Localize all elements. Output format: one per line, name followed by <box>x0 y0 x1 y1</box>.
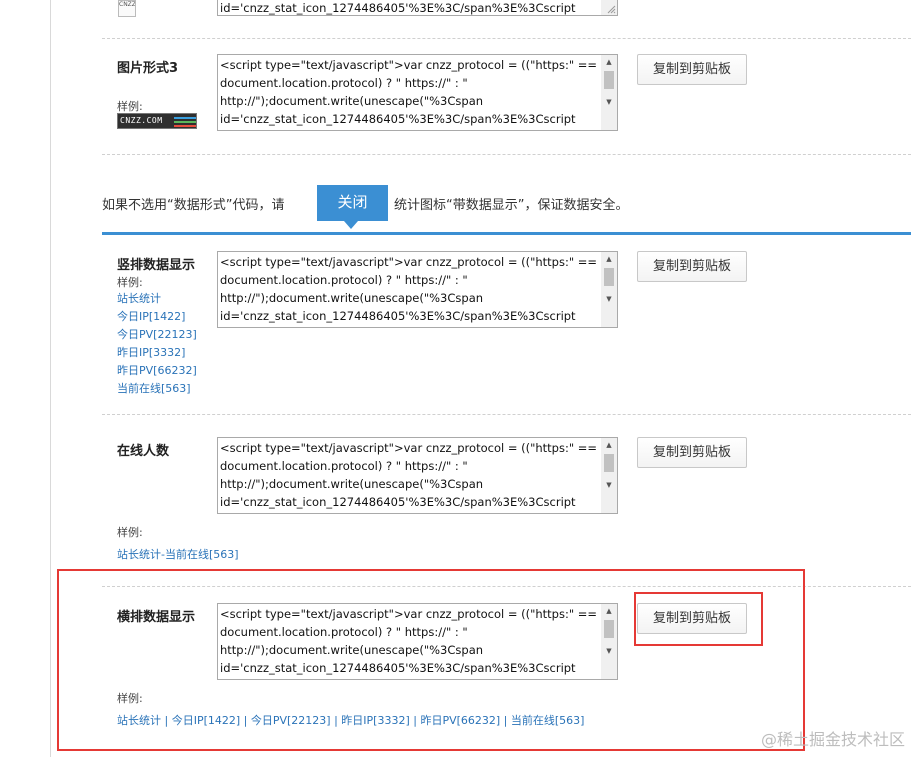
scrollbar[interactable]: ▲ ▼ <box>601 55 617 130</box>
section-divider <box>102 38 911 39</box>
sample-link-online[interactable]: 站长统计-当前在线[563] <box>117 546 239 564</box>
code-text: <script type="text/javascript">var cnzz_… <box>220 58 598 126</box>
watermark: @稀土掘金技术社区 <box>760 730 905 749</box>
code-textarea[interactable]: <script type="text/javascript">var cnzz_… <box>217 251 618 328</box>
section-title-vertical: 竖排数据显示 <box>117 258 196 273</box>
code-text: <script type="text/javascript">var cnzz_… <box>220 441 598 509</box>
notice-text-after: 统计图标“带数据显示”，保证数据安全。 <box>394 198 629 213</box>
left-border <box>50 0 51 757</box>
code-textarea[interactable]: <script type="text/javascript">var cnzz_… <box>217 54 618 131</box>
scroll-thumb[interactable] <box>604 268 614 286</box>
copy-button[interactable]: 复制到剪贴板 <box>637 54 747 85</box>
sample-label: 样例: <box>117 276 143 289</box>
sample-link-online-now[interactable]: 当前在线[563] <box>117 380 191 398</box>
scroll-thumb[interactable] <box>604 71 614 89</box>
accent-rule <box>102 232 911 235</box>
scroll-thumb[interactable] <box>604 454 614 472</box>
close-button[interactable]: 关闭 <box>317 185 388 221</box>
highlight-box-copy-button <box>634 592 763 646</box>
code-text: <script type="text/javascript">var cnzz_… <box>220 255 598 323</box>
cnzz-wide-logo-icon: CNZZ.COM <box>117 113 197 129</box>
cnzz-small-logo-icon: CNZZ <box>118 0 136 17</box>
sample-link-yesterday-ip[interactable]: 昨日IP[3332] <box>117 344 185 362</box>
code-textarea-top[interactable]: id='cnzz_stat_icon_1274486405'%3E%3C/spa… <box>217 0 618 16</box>
scroll-up-icon[interactable]: ▲ <box>601 252 617 266</box>
close-caret-icon <box>344 221 358 229</box>
scrollbar[interactable] <box>601 0 617 15</box>
copy-button[interactable]: 复制到剪贴板 <box>637 251 747 282</box>
scroll-up-icon[interactable]: ▲ <box>601 55 617 69</box>
code-text: id='cnzz_stat_icon_1274486405'%3E%3C/spa… <box>220 1 576 15</box>
sample-link-today-pv[interactable]: 今日PV[22123] <box>117 326 197 344</box>
scrollbar[interactable]: ▲ ▼ <box>601 438 617 513</box>
resize-grip-icon[interactable] <box>606 4 616 14</box>
section-title-image3: 图片形式3 <box>117 61 179 76</box>
code-textarea[interactable]: <script type="text/javascript">var cnzz_… <box>217 437 618 514</box>
scroll-up-icon[interactable]: ▲ <box>601 438 617 452</box>
copy-button[interactable]: 复制到剪贴板 <box>637 437 747 468</box>
scroll-down-icon[interactable]: ▼ <box>601 478 617 492</box>
sample-link-site-stats[interactable]: 站长统计 <box>117 290 161 308</box>
sample-label: 样例: <box>117 526 143 539</box>
section-title-online: 在线人数 <box>117 444 170 459</box>
section-divider <box>102 414 911 415</box>
notice-text-before: 如果不选用“数据形式”代码，请 <box>102 198 285 213</box>
sample-link-today-ip[interactable]: 今日IP[1422] <box>117 308 185 326</box>
sample-label: 样例: <box>117 100 143 113</box>
scroll-down-icon[interactable]: ▼ <box>601 95 617 109</box>
section-divider <box>102 154 911 155</box>
scrollbar[interactable]: ▲ ▼ <box>601 252 617 327</box>
scroll-down-icon[interactable]: ▼ <box>601 292 617 306</box>
sample-link-yesterday-pv[interactable]: 昨日PV[66232] <box>117 362 197 380</box>
